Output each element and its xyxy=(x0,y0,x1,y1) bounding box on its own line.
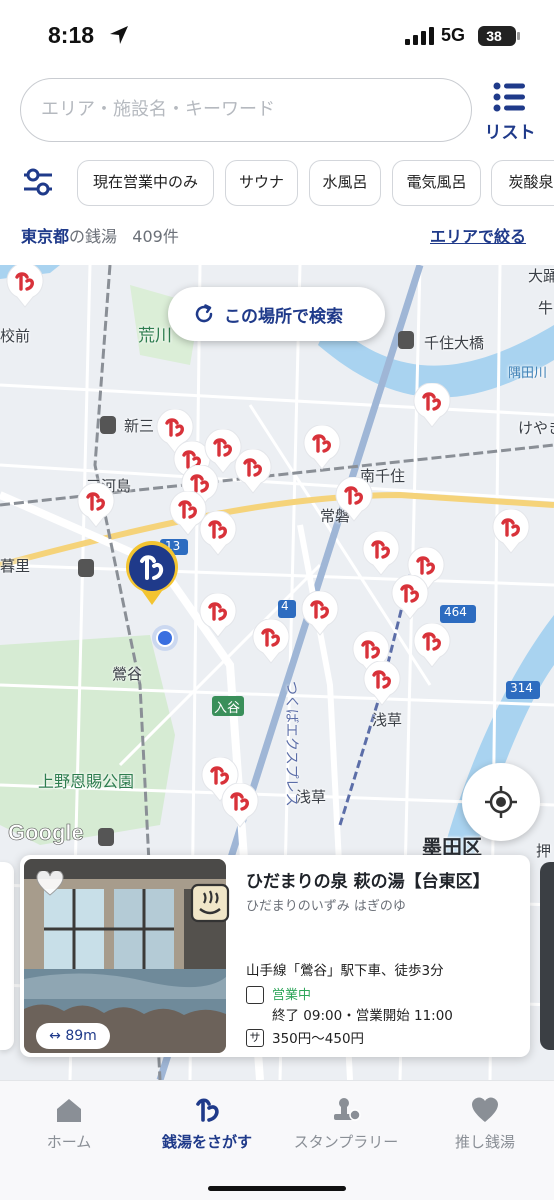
route-4-label: 4 xyxy=(281,599,289,613)
google-logo: Google xyxy=(8,820,84,846)
search-this-area-button[interactable]: この場所で検索 xyxy=(168,287,385,341)
battery-level: 38 xyxy=(486,28,502,44)
chip-cold-bath[interactable]: 水風呂 xyxy=(309,160,381,206)
sento-pin[interactable] xyxy=(390,575,430,621)
chip-electric-bath[interactable]: 電気風呂 xyxy=(392,160,481,206)
sento-pin[interactable] xyxy=(198,511,238,557)
oshi-label: 押 xyxy=(536,842,552,860)
result-count: 409件 xyxy=(132,227,179,246)
tab-home[interactable]: ホーム xyxy=(0,1081,138,1161)
result-suffix: の銭湯 xyxy=(69,227,118,246)
status-time: 8:18 xyxy=(48,22,95,48)
tab-stamp-rally[interactable]: スタンプラリー xyxy=(277,1081,415,1161)
route-464-label: 464 xyxy=(444,605,467,619)
chip-sauna[interactable]: サウナ xyxy=(225,160,298,206)
tab-stamp-rally-label: スタンプラリー xyxy=(293,1133,399,1151)
open-status: 営業中 xyxy=(272,988,312,1003)
nippori-label: 暮里 xyxy=(0,557,31,575)
hours-detail: 終了 09:00・営業開始 11:00 xyxy=(272,1008,453,1024)
search-input[interactable] xyxy=(41,99,451,120)
chip-open-now[interactable]: 現在営業中のみ xyxy=(77,160,214,206)
home-icon xyxy=(57,1099,81,1122)
sento-pin[interactable] xyxy=(76,483,116,529)
battery-cap xyxy=(517,32,520,40)
sento-pin[interactable] xyxy=(251,619,291,665)
odai-label: 大踊 xyxy=(528,267,554,285)
heart-icon xyxy=(472,1097,498,1122)
sento-pin[interactable] xyxy=(361,531,401,577)
sento-type-badge-icon xyxy=(190,883,230,923)
crosshair-icon xyxy=(485,786,517,818)
tab-favorite-sento[interactable]: 推し銭湯 xyxy=(416,1081,554,1161)
sento-pin[interactable] xyxy=(5,265,45,309)
next-card-peek[interactable] xyxy=(540,862,554,1050)
iriya-label: 入谷 xyxy=(214,701,241,716)
sumida-river-label: 隅田川 xyxy=(508,366,548,381)
distance-badge: ↔ 89m xyxy=(36,1023,110,1049)
sento-pin[interactable] xyxy=(198,593,238,639)
tab-search-sento-label: 銭湯をさがす xyxy=(161,1133,252,1151)
chip-carbonated-spring[interactable]: 炭酸泉 xyxy=(491,160,554,206)
route-314-label: 314 xyxy=(510,681,533,695)
sento-pin[interactable] xyxy=(491,509,531,555)
filter-settings-icon[interactable] xyxy=(22,166,54,198)
tab-bar: ホーム 銭湯をさがす スタンプラリー 推し銭湯 xyxy=(0,1080,554,1200)
home-indicator xyxy=(208,1186,346,1191)
search-this-area-label: この場所で検索 xyxy=(224,307,343,327)
sento-card[interactable]: ↔ 89m ひだまりの泉 萩の湯【台東区】 ひだまりのいずみ はぎのゆ 山手線「… xyxy=(20,855,530,1057)
sento-name-kana: ひだまりのいずみ はぎのゆ xyxy=(246,899,406,914)
locate-me-button[interactable] xyxy=(462,763,540,841)
signal-icon xyxy=(405,27,434,45)
shinmikawa-label: 新三 xyxy=(124,417,155,435)
sento-pin[interactable] xyxy=(300,591,340,637)
ueno-park-label: 上野恩賜公園 xyxy=(38,772,135,791)
sento-pin[interactable] xyxy=(412,623,452,669)
sento-pin[interactable] xyxy=(233,449,273,495)
sento-pin[interactable] xyxy=(412,383,452,429)
tab-search-sento[interactable]: 銭湯をさがす xyxy=(138,1081,276,1161)
tsukuba-express-label: つくばエクスプレス xyxy=(283,681,299,807)
tab-favorite-sento-label: 推し銭湯 xyxy=(454,1133,515,1151)
list-button[interactable]: リスト xyxy=(478,78,542,143)
selected-sento-pin[interactable] xyxy=(124,541,180,607)
area-filter-link[interactable]: エリアで絞る xyxy=(430,223,526,247)
status-bar: 8:18 5G 38 xyxy=(0,0,554,70)
tab-home-label: ホーム xyxy=(46,1133,92,1151)
refresh-icon xyxy=(195,304,213,323)
sento-pin[interactable] xyxy=(302,425,342,471)
result-summary: 東京都の銭湯 409件 xyxy=(21,223,179,247)
location-arrow-icon xyxy=(110,26,128,44)
list-label: リスト xyxy=(484,123,536,143)
ushi-label: 牛 xyxy=(538,299,554,317)
favorite-heart-icon[interactable] xyxy=(36,871,64,897)
sento-access: 山手線「鶯谷」駅下車、徒歩3分 xyxy=(246,963,444,979)
result-area-name: 東京都 xyxy=(21,227,70,246)
kita-senju-ohashi-label: 千住大橋 xyxy=(424,334,485,352)
asakusa-label: 浅草 xyxy=(372,711,403,729)
keyaki-label: けやき xyxy=(518,419,554,437)
search-box[interactable] xyxy=(20,78,472,142)
arakawa-label: 荒川 xyxy=(138,326,172,346)
stamp-icon xyxy=(334,1098,361,1121)
price-sauna-icon: サ xyxy=(246,1029,264,1047)
kosen-label: 校前 xyxy=(0,327,31,345)
yu-icon xyxy=(196,1098,219,1122)
sento-pin[interactable] xyxy=(220,783,260,829)
network-label: 5G xyxy=(441,25,466,45)
sento-pin[interactable] xyxy=(362,661,402,707)
previous-card-peek[interactable] xyxy=(0,862,14,1050)
current-location-dot xyxy=(152,625,178,651)
sento-name: ひだまりの泉 萩の湯【台東区】 xyxy=(246,872,490,892)
battery-icon: 38 xyxy=(478,26,516,46)
list-icon xyxy=(493,82,525,112)
sento-pin[interactable] xyxy=(334,477,374,523)
bath-hours-icon xyxy=(246,986,264,1004)
price-range: 350円〜450円 xyxy=(272,1031,365,1047)
uguisudani-label: 鶯谷 xyxy=(112,665,143,683)
